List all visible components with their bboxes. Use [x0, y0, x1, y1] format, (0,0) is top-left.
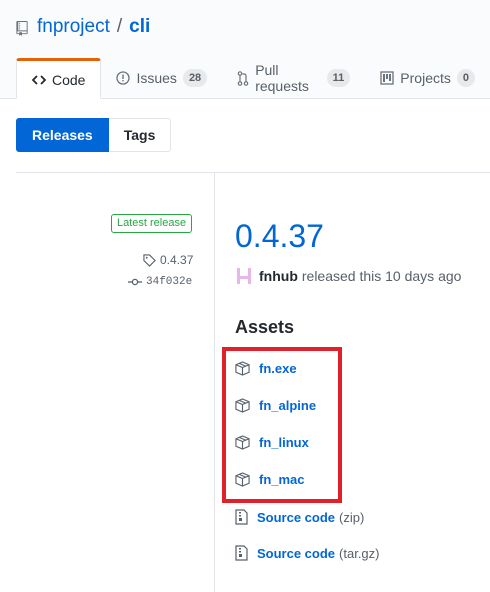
git-pull-request-icon: [237, 70, 249, 86]
tab-code-label: Code: [52, 71, 86, 88]
source-code-ext: (zip): [339, 509, 365, 525]
code-icon: [32, 74, 46, 86]
release-time-text: released this 10 days ago: [301, 268, 462, 284]
source-code-label: Source code: [257, 509, 336, 525]
tab-pull-requests[interactable]: Pull requests 11: [222, 58, 365, 98]
file-zip-icon: [235, 545, 248, 561]
repo-title: fnproject / cli: [16, 16, 150, 38]
repo-icon: [16, 20, 28, 36]
git-commit-icon: [128, 278, 142, 286]
tab-projects-label: Projects: [400, 70, 451, 86]
release-tag-label: 0.4.37: [160, 253, 194, 267]
tab-issues-label: Issues: [136, 70, 177, 86]
issue-opened-icon: [116, 71, 131, 85]
repo-owner-link[interactable]: fnproject: [37, 16, 110, 38]
latest-release-badge: Latest release: [111, 214, 193, 233]
tab-pull-requests-label: Pull requests: [255, 62, 309, 94]
assets-highlight-box: [222, 347, 342, 503]
timeline-divider: [214, 173, 215, 592]
tab-code[interactable]: Code: [16, 58, 102, 99]
avatar[interactable]: [235, 267, 253, 285]
release-divider: [16, 172, 490, 173]
file-zip-icon: [235, 509, 248, 525]
release-tag[interactable]: 0.4.37: [143, 253, 193, 267]
release-commit[interactable]: 34f032e: [128, 276, 192, 288]
release-commit-sha: 34f032e: [146, 276, 193, 288]
source-code-ext: (tar.gz): [339, 545, 380, 561]
release-meta: fnhub released this 10 days ago: [235, 267, 461, 285]
assets-heading: Assets: [235, 317, 295, 337]
tag-icon: [143, 253, 156, 267]
projects-counter: 0: [456, 69, 475, 87]
releases-button[interactable]: Releases: [16, 118, 109, 152]
release-version-title[interactable]: 0.4.37: [235, 218, 324, 255]
tab-projects[interactable]: Projects 0: [365, 58, 490, 98]
pull-requests-counter: 11: [326, 69, 351, 87]
release-subnav: Releases Tags: [16, 118, 172, 152]
issues-counter: 28: [182, 69, 208, 87]
repo-header: fnproject / cli Code Issues 28 Pull requ…: [0, 0, 490, 99]
source-code-zip-link[interactable]: Source code (zip): [235, 509, 364, 525]
source-code-label: Source code: [257, 545, 336, 561]
repo-separator: /: [116, 16, 123, 37]
release-author[interactable]: fnhub: [259, 268, 298, 284]
repo-name-link[interactable]: cli: [129, 16, 150, 38]
source-code-tar-link[interactable]: Source code (tar.gz): [235, 545, 380, 561]
repo-tabs: Code Issues 28 Pull requests 11 Projects…: [16, 58, 490, 99]
tags-button[interactable]: Tags: [108, 118, 172, 152]
project-icon: [380, 71, 394, 85]
tab-issues[interactable]: Issues 28: [101, 58, 222, 98]
